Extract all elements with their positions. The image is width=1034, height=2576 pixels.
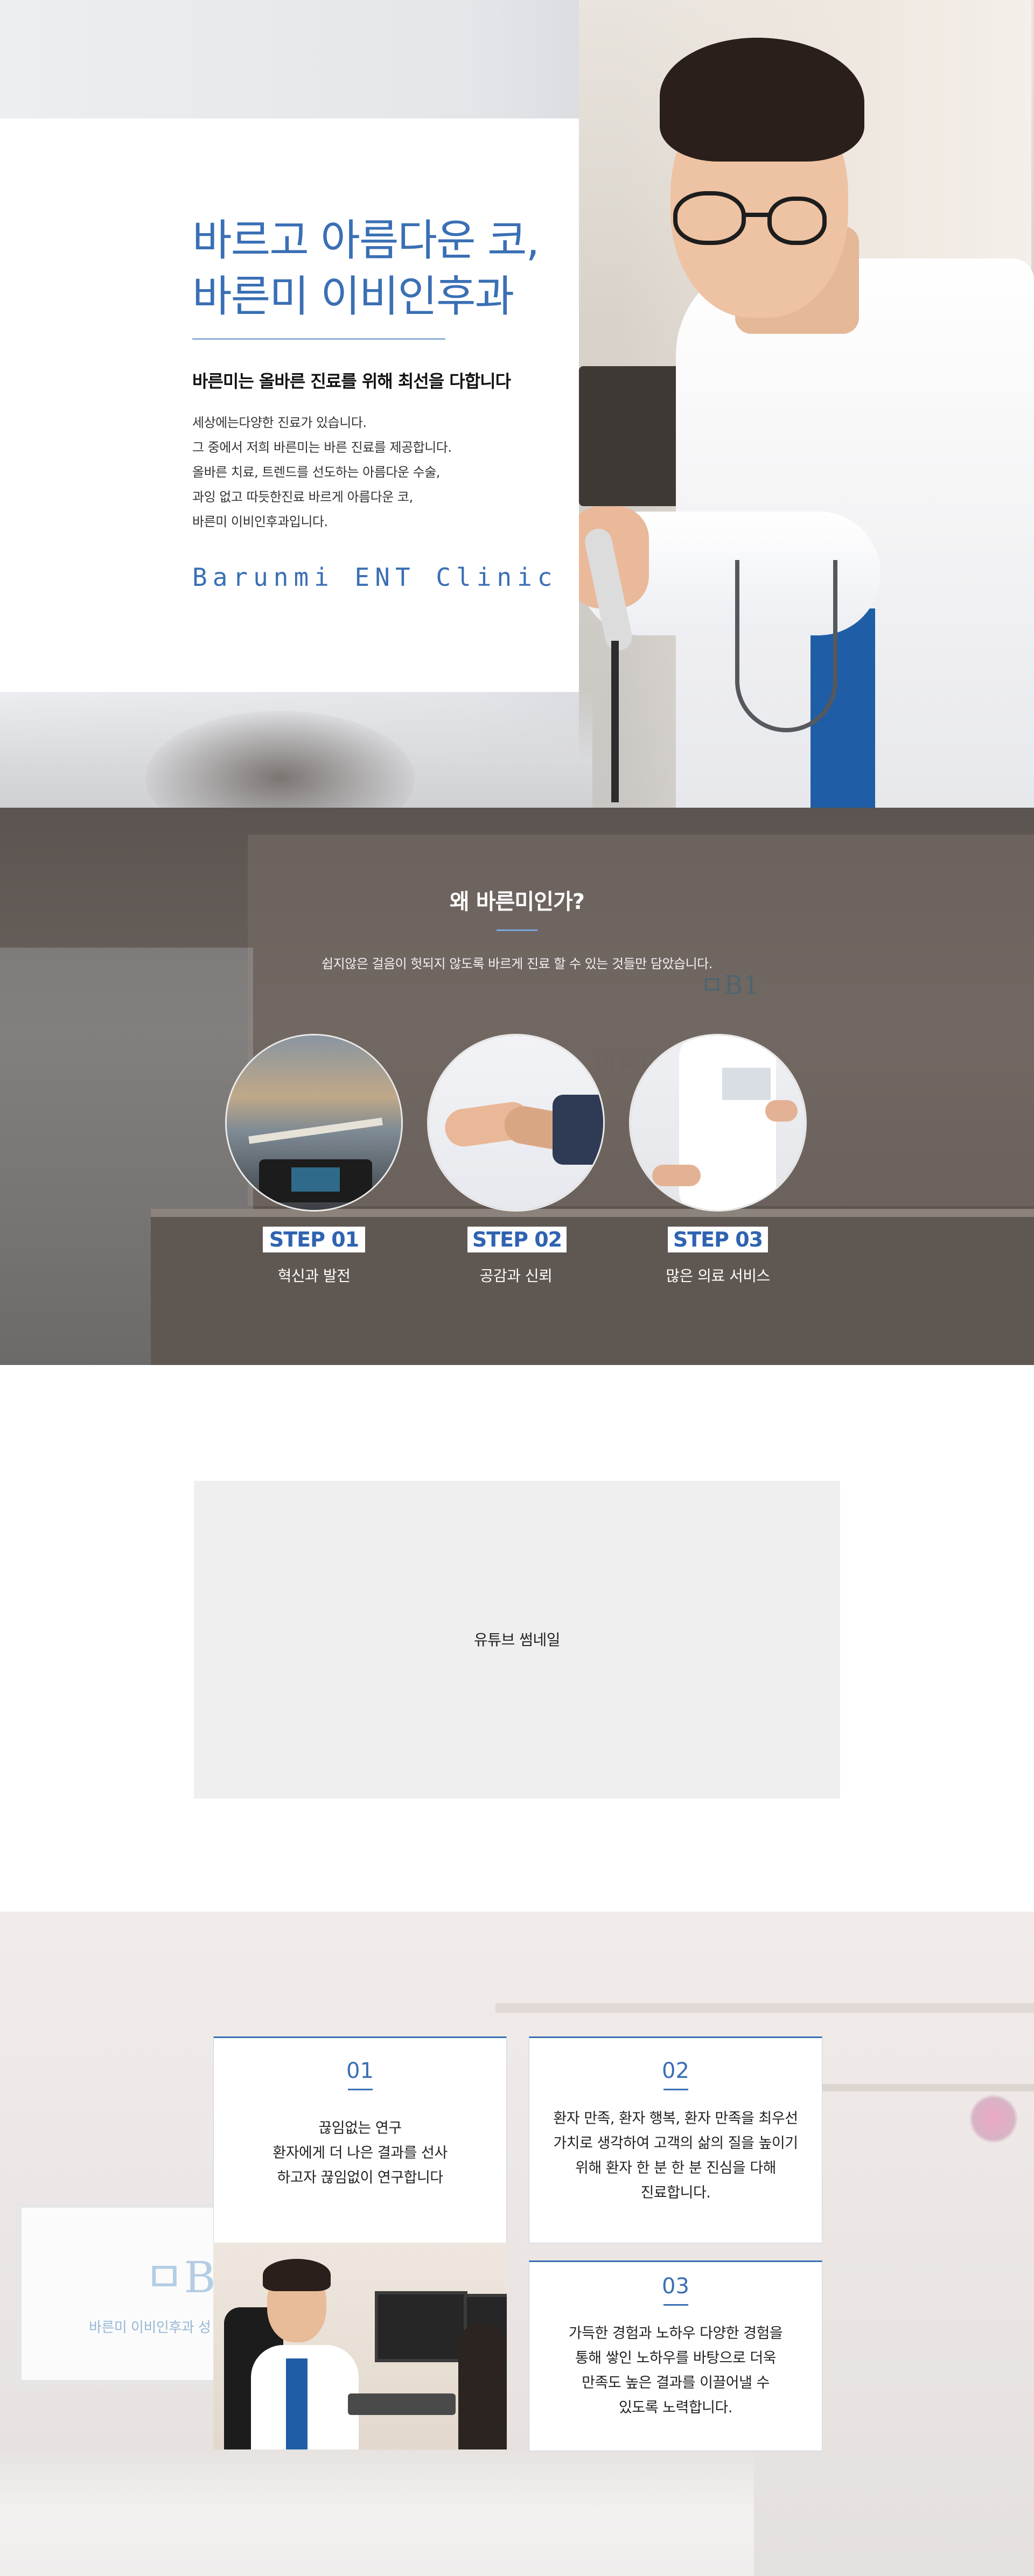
feature-text-line: 위해 환자 한 분 한 분 진심을 다해 [575, 2160, 777, 2176]
feature-text-line: 환자에게 더 나은 결과를 선사 [273, 2145, 448, 2161]
step-03-image [629, 1034, 807, 1212]
hero-doctor-photo [568, 0, 1034, 808]
why-title: 왜 바른미인가? [450, 890, 585, 914]
hero-title-line1: 바르고 아름다운 코, [192, 215, 540, 265]
hero-description-line: 세상에는다양한 진료가 있습니다. [192, 415, 367, 430]
step-01-image [225, 1034, 403, 1212]
feature-text-line: 진료합니다. [640, 2185, 711, 2201]
feature-number: 02 [662, 2059, 689, 2083]
feature-text-line: 가치로 생각하여 고객의 삶의 질을 높이기 [553, 2135, 798, 2152]
feature-number-underline [663, 2089, 688, 2090]
feature-text-line: 통해 쌓인 노하우를 바탕으로 더욱 [575, 2350, 777, 2367]
step-01-label: 혁신과 발전 [277, 1267, 351, 1285]
hero-section: 바르고 아름다운 코, 바른미 이비인후과 바른미는 올바른 진료를 위해 최선… [0, 0, 1034, 808]
why-description: 쉽지않은 걸음이 헛되지 않도록 바르게 진료 할 수 있는 것들만 담았습니다… [322, 956, 712, 971]
hero-subtitle: 바른미는 올바른 진료를 위해 최선을 다합니다 [192, 371, 511, 391]
features-doctor-photo [213, 2243, 507, 2449]
feature-text-line: 가득한 경험과 노하우 다양한 경험을 [568, 2325, 783, 2342]
step-03-label: 많은 의료 서비스 [666, 1267, 770, 1285]
step-02-image [427, 1034, 605, 1212]
step-02-label: 공감과 신뢰 [479, 1267, 553, 1285]
features-background-shelf [495, 2003, 1034, 2013]
youtube-thumbnail-label: 유튜브 썸네일 [474, 1631, 560, 1649]
feature-text-line: 하고자 끊임없이 연구합니다 [277, 2169, 443, 2186]
feature-text-line: 환자 만족, 환자 행복, 환자 만족을 최우선 [553, 2110, 798, 2127]
hero-description-line: 올바른 치료, 트렌드를 선도하는 아름다운 수술, [192, 465, 440, 480]
hero-description-line: 바른미 이비인후과입니다. [192, 514, 328, 529]
feature-card-03: 03 가득한 경험과 노하우 다양한 경험을 통해 쌓인 노하우를 바탕으로 더… [529, 2260, 822, 2451]
feature-card-02: 02 환자 만족, 환자 행복, 환자 만족을 최우선 가치로 생각하여 고객의… [529, 2036, 822, 2243]
hero-description-line: 그 중에서 저희 바른미는 바른 진료를 제공합니다. [192, 440, 452, 455]
hero-text-card [0, 118, 579, 692]
feature-text-line: 있도록 노력합니다. [619, 2399, 732, 2416]
step-01-tag: STEP 01 [263, 1227, 365, 1252]
hero-title: 바르고 아름다운 코, 바른미 이비인후과 [192, 213, 569, 325]
why-section: ㅁB1 바른미 성형외과 왜 바른미인가? 쉽지않은 걸음이 헛되지 않도록 바… [0, 808, 1034, 1365]
feature-number-underline [663, 2304, 688, 2306]
feature-card-01: 01 끊임없는 연구 환자에게 더 나은 결과를 선사 하고자 끊임없이 연구합… [213, 2036, 507, 2243]
features-background-chair [0, 2450, 754, 2576]
hero-description-line: 과잉 없고 따듯한진료 바르게 아름다운 코, [192, 489, 413, 505]
features-background-flower [969, 2095, 1018, 2143]
hero-title-divider [192, 338, 445, 340]
step-03-tag: STEP 03 [668, 1227, 768, 1252]
hero-title-line2: 바른미 이비인후과 [192, 271, 514, 321]
feature-number: 01 [346, 2059, 374, 2083]
feature-number: 03 [662, 2274, 689, 2299]
feature-number-underline [348, 2089, 373, 2090]
feature-text-line: 끊임없는 연구 [318, 2120, 402, 2137]
features-section: ㅁB1 바른미 이비인후과 성 01 끊임없는 연구 환자에게 더 나은 결과를… [0, 1912, 1034, 2576]
feature-text-line: 만족도 높은 결과를 이끌어낼 수 [582, 2375, 770, 2391]
features-monitor-text: 바른미 이비인후과 성 [89, 2320, 211, 2336]
why-title-divider [497, 929, 537, 931]
step-02-tag: STEP 02 [467, 1227, 567, 1252]
hero-brand-name: Barunmi ENT Clinic [192, 563, 558, 592]
